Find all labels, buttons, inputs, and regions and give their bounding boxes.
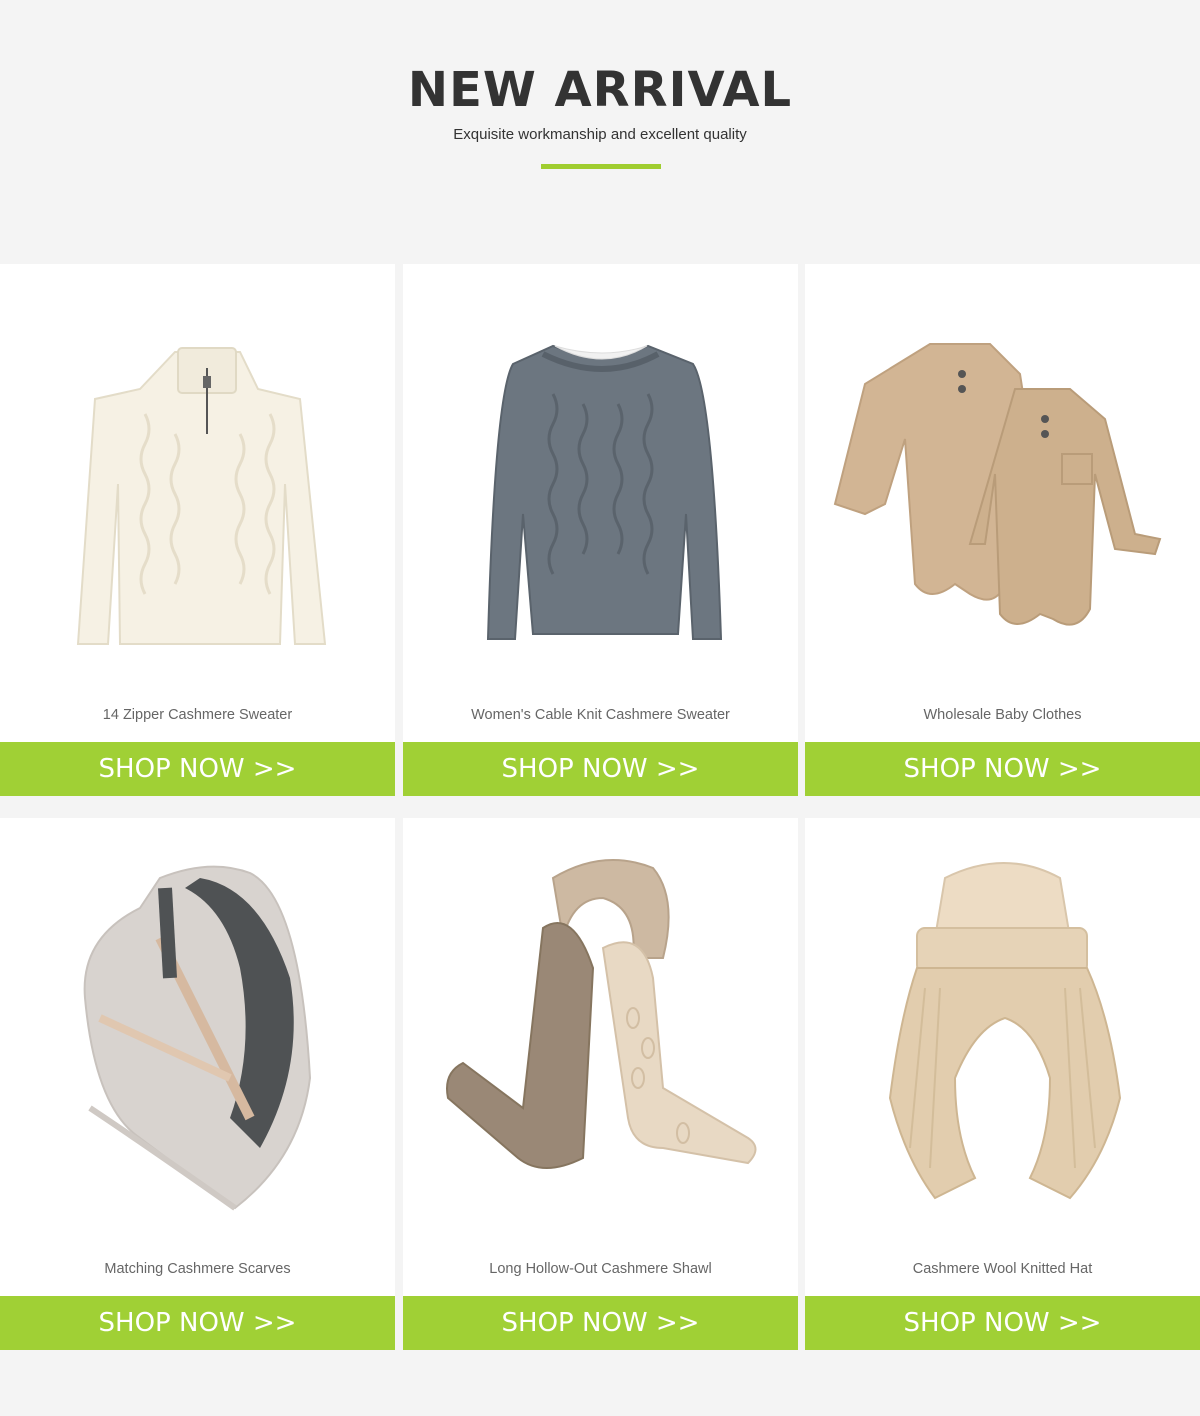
knitted-hat-icon	[888, 862, 1122, 1200]
section-title: NEW ARRIVAL	[407, 62, 793, 118]
striped-scarf-icon	[83, 865, 312, 1211]
shawl-icon	[446, 859, 757, 1169]
product-name[interactable]: Women's Cable Knit Cashmere Sweater	[403, 707, 798, 723]
product-image[interactable]	[403, 264, 798, 704]
shop-now-button[interactable]: SHOP NOW >>	[0, 1296, 395, 1350]
shop-now-button[interactable]: SHOP NOW >>	[0, 742, 395, 796]
section-subtitle: Exquisite workmanship and excellent qual…	[453, 126, 747, 143]
product-name[interactable]: 14 Zipper Cashmere Sweater	[0, 707, 395, 723]
product-name[interactable]: Cashmere Wool Knitted Hat	[805, 1261, 1200, 1277]
product-name[interactable]: Matching Cashmere Scarves	[0, 1261, 395, 1277]
grey-sweater-icon	[486, 344, 723, 640]
product-name[interactable]: Wholesale Baby Clothes	[805, 707, 1200, 723]
title-underline-divider	[541, 164, 661, 169]
shop-now-button[interactable]: SHOP NOW >>	[403, 1296, 798, 1350]
product-card-shawl: Long Hollow-Out Cashmere Shawl SHOP NOW …	[403, 818, 798, 1350]
baby-romper-icon	[833, 343, 1162, 626]
product-name[interactable]: Long Hollow-Out Cashmere Shawl	[403, 1261, 798, 1277]
product-image[interactable]	[805, 818, 1200, 1258]
new-arrival-section: NEW ARRIVAL Exquisite workmanship and ex…	[0, 0, 1200, 1416]
product-card-baby-clothes: Wholesale Baby Clothes SHOP NOW >>	[805, 264, 1200, 796]
product-card-scarves: Matching Cashmere Scarves SHOP NOW >>	[0, 818, 395, 1350]
product-card-hat: Cashmere Wool Knitted Hat SHOP NOW >>	[805, 818, 1200, 1350]
cream-sweater-icon	[76, 347, 327, 645]
shop-now-button[interactable]: SHOP NOW >>	[403, 742, 798, 796]
product-image[interactable]	[0, 264, 395, 704]
product-image[interactable]	[0, 818, 395, 1258]
shop-now-button[interactable]: SHOP NOW >>	[805, 1296, 1200, 1350]
product-card-cable-knit-sweater: Women's Cable Knit Cashmere Sweater SHOP…	[403, 264, 798, 796]
product-image[interactable]	[805, 264, 1200, 704]
section-header: NEW ARRIVAL Exquisite workmanship and ex…	[0, 0, 1200, 264]
shop-now-button[interactable]: SHOP NOW >>	[805, 742, 1200, 796]
product-image[interactable]	[403, 818, 798, 1258]
product-card-zipper-sweater: 14 Zipper Cashmere Sweater SHOP NOW >>	[0, 264, 395, 796]
